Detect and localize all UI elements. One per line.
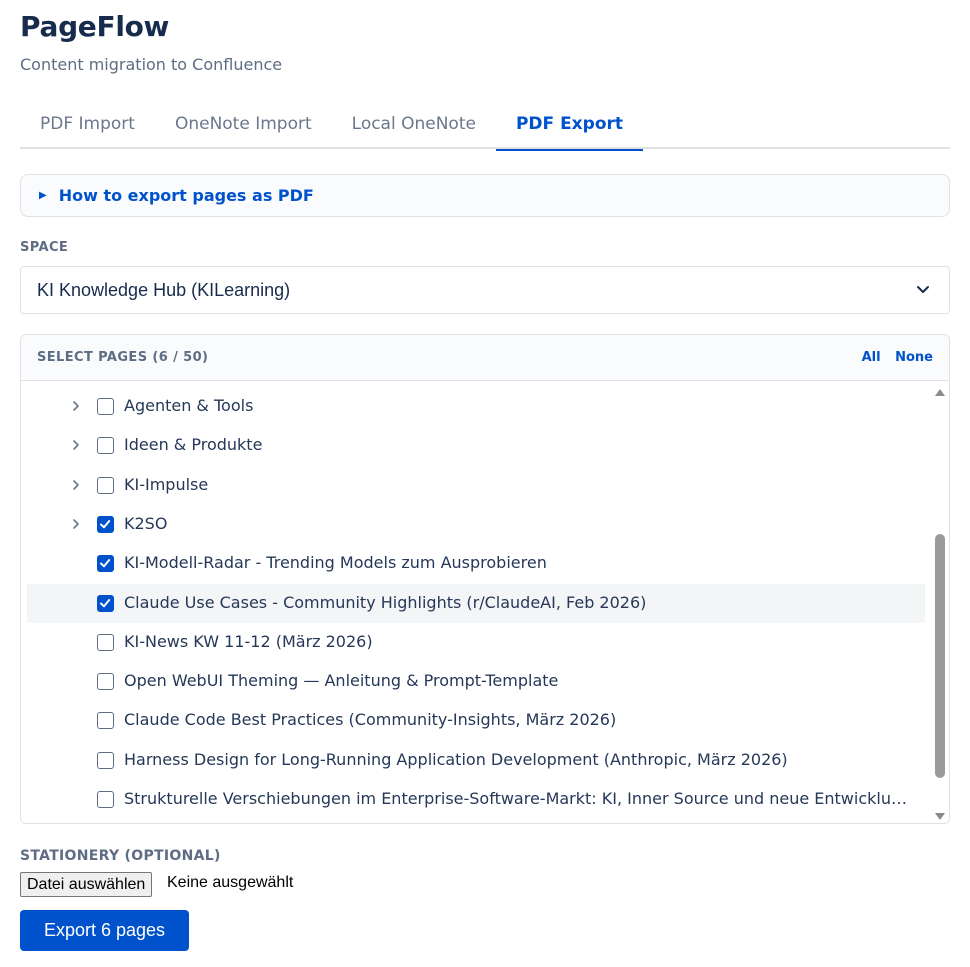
list-item[interactable]: Strukturelle Verschiebungen im Enterpris…	[27, 780, 925, 819]
page-label: Agenten & Tools	[124, 396, 254, 415]
scroll-thumb[interactable]	[935, 534, 945, 778]
chevron-right-icon[interactable]	[69, 478, 83, 492]
page-checkbox[interactable]	[97, 398, 114, 415]
scroll-down-icon[interactable]	[935, 813, 945, 821]
chevron-down-icon	[917, 286, 929, 293]
page-checkbox[interactable]	[97, 633, 114, 651]
space-select[interactable]: KI Knowledge Hub (KILearning)	[20, 266, 950, 314]
page-checkbox[interactable]	[97, 791, 114, 808]
list-item[interactable]: Ideen & Produkte	[27, 426, 925, 465]
app-root: PageFlow Content migration to Confluence…	[0, 0, 970, 967]
export-button[interactable]: Export 6 pages	[20, 910, 189, 951]
stationery-label: STATIONERY (OPTIONAL)	[20, 848, 221, 864]
page-label: KI-Impulse	[124, 474, 209, 494]
app-title: PageFlow	[20, 10, 170, 43]
howto-disclosure[interactable]: ▶ How to export pages as PDF	[20, 174, 950, 217]
page-label: KI-News KW 11-12 (März 2026)	[124, 631, 373, 651]
select-links: All None	[852, 350, 933, 365]
check-icon	[100, 598, 111, 607]
chevron-right-icon[interactable]	[69, 517, 83, 531]
check-icon	[100, 559, 111, 568]
page-label: Claude Use Cases - Community Highlights …	[124, 592, 647, 612]
page-label: Strukturelle Verschiebungen im Enterpris…	[124, 789, 914, 808]
page-label: Open WebUI Theming — Anleitung & Prompt-…	[124, 671, 559, 691]
file-choose-button[interactable]: Datei auswählen	[20, 872, 153, 897]
list-item[interactable]: Claude Code Best Practices (Community-In…	[27, 701, 925, 740]
page-label: Ideen & Produkte	[124, 435, 263, 455]
page-checkbox[interactable]	[97, 555, 114, 573]
page-checkbox[interactable]	[97, 712, 114, 730]
page-checkbox[interactable]	[97, 437, 114, 455]
tab-pdf-import[interactable]: PDF Import	[20, 104, 155, 149]
page-label: Claude Code Best Practices (Community-In…	[124, 710, 617, 730]
app-subtitle: Content migration to Confluence	[20, 55, 283, 74]
page-checkbox[interactable]	[97, 476, 114, 494]
select-all-link[interactable]: All	[862, 350, 881, 365]
triangle-right-icon: ▶	[39, 190, 47, 201]
file-status: Keine ausgewählt	[167, 874, 294, 891]
list-item[interactable]: KI-Modell-Radar - Trending Models zum Au…	[27, 544, 925, 583]
list-item[interactable]: KI-Impulse	[27, 466, 925, 505]
scroll-up-icon[interactable]	[935, 388, 945, 396]
page-label: K2SO	[124, 513, 168, 533]
howto-label: How to export pages as PDF	[58, 186, 314, 205]
list-item[interactable]: KI-News KW 11-12 (März 2026)	[27, 623, 925, 662]
page-checkbox[interactable]	[97, 594, 114, 612]
page-checkbox[interactable]	[97, 673, 114, 691]
pages-header: SELECT PAGES (6 / 50) All None	[21, 335, 949, 381]
space-selected-value: KI Knowledge Hub (KILearning)	[37, 279, 291, 300]
page-list: Agenten & Tools Ideen & Produkte KI-Impuls…	[21, 382, 933, 823]
list-item[interactable]: Agenten & Tools	[27, 387, 925, 426]
list-item[interactable]: Open WebUI Theming — Anleitung & Prompt-…	[27, 662, 925, 701]
page-checkbox[interactable]	[97, 751, 114, 769]
list-item[interactable]: Harness Design for Long-Running Applicat…	[27, 741, 925, 780]
tab-pdf-export[interactable]: PDF Export	[495, 104, 644, 151]
page-list-scrollbar[interactable]	[931, 382, 949, 823]
select-none-link[interactable]: None	[895, 350, 933, 365]
space-label: SPACE	[20, 240, 69, 255]
page-label: KI-Modell-Radar - Trending Models zum Au…	[124, 553, 547, 573]
pages-header-title: SELECT PAGES (6 / 50)	[37, 350, 209, 365]
page-checkbox[interactable]	[97, 515, 114, 533]
chevron-right-icon[interactable]	[69, 438, 83, 452]
tab-bar: PDF Import OneNote Import Local OneNote …	[20, 104, 950, 151]
pages-panel: SELECT PAGES (6 / 50) All None Agenten &…	[20, 334, 950, 824]
list-item[interactable]: K2SO	[27, 505, 925, 544]
chevron-right-icon[interactable]	[69, 399, 83, 413]
page-label: Harness Design for Long-Running Applicat…	[124, 749, 788, 769]
check-icon	[100, 519, 111, 529]
list-item[interactable]: Claude Use Cases - Community Highlights …	[27, 583, 925, 623]
tab-onenote-import[interactable]: OneNote Import	[155, 104, 332, 149]
tab-local-onenote[interactable]: Local OneNote	[332, 104, 496, 149]
